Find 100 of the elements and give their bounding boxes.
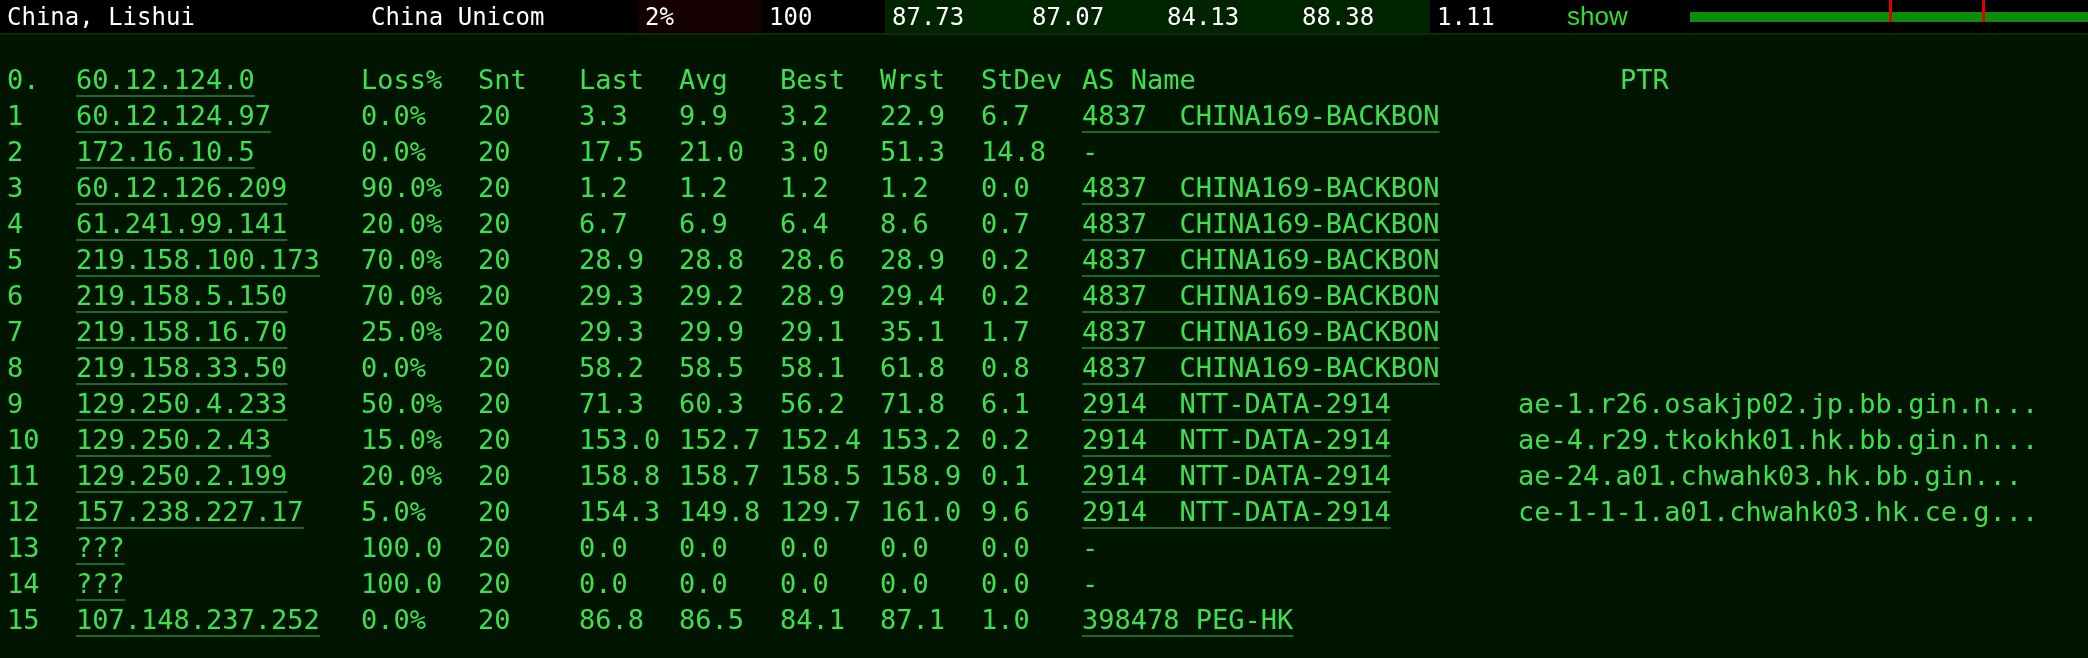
host-link[interactable]: 61.241.99.141 — [76, 209, 288, 239]
column-header: StDev — [981, 65, 1063, 95]
table-cell: 0.2 — [981, 245, 1030, 275]
as-link[interactable]: 4837 CHINA169-BACKBON — [1082, 317, 1440, 347]
hop-number: 15 — [7, 605, 40, 635]
host-link[interactable]: 219.158.33.50 — [76, 353, 288, 383]
as-link[interactable]: 4837 CHINA169-BACKBON — [1082, 209, 1440, 239]
table-cell: 86.5 — [679, 605, 745, 635]
table-cell: 0.2 — [981, 281, 1030, 311]
table-cell: 0.0 — [679, 533, 728, 563]
host-link[interactable]: 129.250.2.199 — [76, 461, 288, 491]
show-link[interactable]: show — [1560, 1, 1628, 32]
table-cell: 29.1 — [780, 317, 846, 347]
sent-count: 100 — [768, 2, 813, 31]
host-link[interactable]: 219.158.5.150 — [76, 281, 288, 311]
table-cell: 0.0% — [361, 353, 427, 383]
table-cell: 149.8 — [679, 497, 761, 527]
table-cell: 25.0% — [361, 317, 443, 347]
host-link[interactable]: 107.148.237.252 — [76, 605, 320, 635]
table-cell: - — [1082, 137, 1099, 167]
hop-number: 2 — [7, 137, 24, 167]
table-cell: 1.2 — [579, 173, 628, 203]
table-cell: 100.0 — [361, 533, 443, 563]
table-cell: 0.0% — [361, 137, 427, 167]
table-cell: 60.3 — [679, 389, 745, 419]
table-cell: 71.8 — [880, 389, 946, 419]
table-cell: 3.2 — [780, 101, 829, 131]
hop-number: 7 — [7, 317, 24, 347]
table-cell: 0.0 — [579, 533, 628, 563]
table-cell: 71.3 — [579, 389, 645, 419]
table-cell: 1.2 — [880, 173, 929, 203]
table-cell: 20 — [478, 497, 511, 527]
table-cell: 0.0 — [780, 569, 829, 599]
table-cell: 158.5 — [780, 461, 862, 491]
table-cell: 0.0 — [981, 569, 1030, 599]
as-link[interactable]: 398478 PEG-HK — [1082, 605, 1294, 635]
table-cell: 28.8 — [679, 245, 745, 275]
table-cell: 6.1 — [981, 389, 1030, 419]
table-cell: 20 — [478, 425, 511, 455]
table-cell: 8.6 — [880, 209, 929, 239]
isp-text: China Unicom — [370, 2, 545, 31]
hop-number: 6 — [7, 281, 24, 311]
host-link[interactable]: ??? — [76, 569, 125, 599]
table-cell: 58.2 — [579, 353, 645, 383]
host-link[interactable]: 172.16.10.5 — [76, 137, 255, 167]
table-cell: 22.9 — [880, 101, 946, 131]
as-link[interactable]: 2914 NTT-DATA-2914 — [1082, 389, 1391, 419]
hop-number: 12 — [7, 497, 40, 527]
hop-number: 1 — [7, 101, 24, 131]
table-cell: 20 — [478, 137, 511, 167]
column-header: Loss% — [361, 65, 443, 95]
table-cell: 0.7 — [981, 209, 1030, 239]
as-link[interactable]: 2914 NTT-DATA-2914 — [1082, 497, 1391, 527]
as-link[interactable]: 2914 NTT-DATA-2914 — [1082, 461, 1391, 491]
hop-number: 11 — [7, 461, 40, 491]
as-link[interactable]: 2914 NTT-DATA-2914 — [1082, 425, 1391, 455]
host-link[interactable]: 60.12.124.0 — [76, 65, 255, 95]
host-link[interactable]: 60.12.124.97 — [76, 101, 272, 131]
as-link[interactable]: 4837 CHINA169-BACKBON — [1082, 245, 1440, 275]
as-link[interactable]: 4837 CHINA169-BACKBON — [1082, 101, 1440, 131]
table-cell: 0.0% — [361, 101, 427, 131]
table-cell: 20 — [478, 353, 511, 383]
host-link[interactable]: 219.158.100.173 — [76, 245, 320, 275]
host-link[interactable]: 129.250.4.233 — [76, 389, 288, 419]
table-cell: 58.1 — [780, 353, 846, 383]
hop-number: 8 — [7, 353, 24, 383]
table-cell: 14.8 — [981, 137, 1047, 167]
table-cell: 152.4 — [780, 425, 862, 455]
host-link[interactable]: 60.12.126.209 — [76, 173, 288, 203]
as-link[interactable]: 4837 CHINA169-BACKBON — [1082, 173, 1440, 203]
table-cell: 0.0 — [579, 569, 628, 599]
last-latency: 87.73 — [891, 2, 965, 31]
table-cell: 0.0 — [780, 533, 829, 563]
table-cell: 0.0 — [981, 173, 1030, 203]
table-cell: 20 — [478, 173, 511, 203]
table-cell: 56.2 — [780, 389, 846, 419]
as-link[interactable]: 4837 CHINA169-BACKBON — [1082, 281, 1440, 311]
table-cell: 6.7 — [579, 209, 628, 239]
table-cell: - — [1082, 569, 1099, 599]
as-link[interactable]: 4837 CHINA169-BACKBON — [1082, 353, 1440, 383]
table-cell: 20.0% — [361, 209, 443, 239]
table-cell: 20 — [478, 317, 511, 347]
table-cell: 15.0% — [361, 425, 443, 455]
table-cell: 158.7 — [679, 461, 761, 491]
table-cell: 90.0% — [361, 173, 443, 203]
table-cell: 9.9 — [679, 101, 728, 131]
table-cell: 0.0 — [679, 569, 728, 599]
host-link[interactable]: 219.158.16.70 — [76, 317, 288, 347]
table-cell: 28.9 — [780, 281, 846, 311]
table-cell: 0.0% — [361, 605, 427, 635]
host-link[interactable]: 157.238.227.17 — [76, 497, 304, 527]
table-cell: 0.0 — [981, 533, 1030, 563]
table-cell: 0.0 — [880, 569, 929, 599]
location-text: China, Lishui — [6, 2, 195, 31]
table-cell: 129.7 — [780, 497, 862, 527]
table-cell: 0.8 — [981, 353, 1030, 383]
hop-number: 5 — [7, 245, 24, 275]
host-link[interactable]: 129.250.2.43 — [76, 425, 272, 455]
table-cell: 20 — [478, 209, 511, 239]
host-link[interactable]: ??? — [76, 533, 125, 563]
